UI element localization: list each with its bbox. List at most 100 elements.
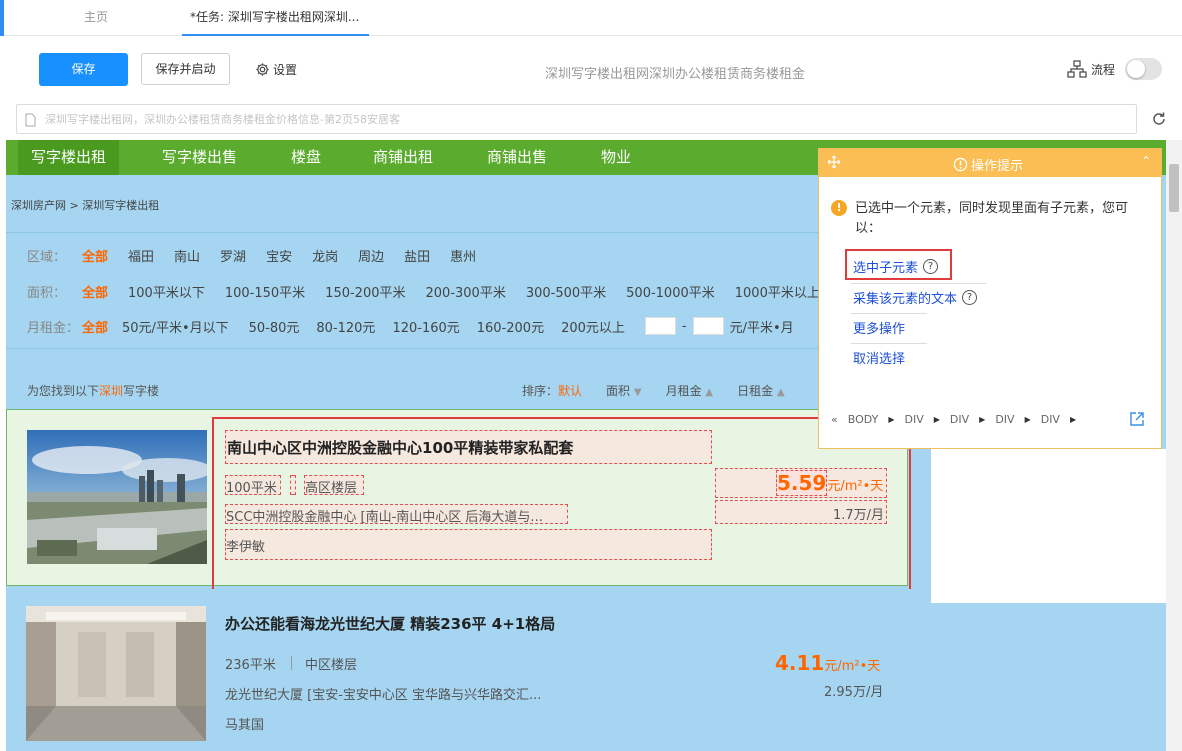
listing-photo[interactable]	[26, 606, 206, 741]
flow-toggle-knob	[1127, 60, 1145, 78]
filter-option[interactable]: 全部	[82, 317, 108, 336]
help-icon[interactable]: ?	[962, 290, 978, 305]
listing-total: 2.95万/月	[824, 685, 884, 700]
refresh-icon[interactable]	[1151, 111, 1167, 127]
filter-option[interactable]: 1000平米以上	[735, 282, 820, 301]
site-nav-property[interactable]: 物业	[601, 140, 631, 175]
save-and-start-button[interactable]: 保存并启动	[141, 53, 230, 85]
filter-option[interactable]: 160-200元	[477, 317, 544, 336]
gear-icon	[256, 63, 269, 76]
flowchart-icon	[1067, 60, 1087, 78]
filter-option[interactable]: 500-1000平米	[626, 282, 715, 301]
sort-label: 排序：	[522, 384, 559, 398]
filter-rent: 月租金： 全部 50元/平米•月以下 50-80元 80-120元 120-16…	[27, 316, 794, 336]
filter-area: 面积： 全部 100平米以下 100-150平米 150-200平米 200-3…	[27, 281, 840, 301]
settings-button[interactable]: 设置	[255, 61, 297, 78]
hint-panel: 操作提示 ⌃ ! 已选中一个元素，同时发现里面有子元素，您可以： 选中子元素 ?…	[818, 148, 1162, 449]
scrollbar-thumb[interactable]	[1169, 164, 1179, 212]
filter-option[interactable]: 50元/平米•月以下	[122, 317, 229, 336]
sort-option-daily[interactable]: 日租金 ▲	[737, 382, 785, 399]
move-icon[interactable]	[827, 155, 841, 169]
filter-option[interactable]: 100-150平米	[225, 282, 305, 301]
path-node[interactable]: DIV	[905, 413, 924, 426]
listing-price-value: 4.11	[775, 651, 825, 675]
filter-option[interactable]: 周边	[358, 246, 384, 265]
site-nav-office-sale[interactable]: 写字楼出售	[162, 140, 237, 175]
select-children-action[interactable]: 选中子元素 ?	[853, 257, 939, 276]
external-link-icon[interactable]	[1129, 411, 1145, 427]
flow-button[interactable]: 流程	[1067, 60, 1115, 78]
filter-option[interactable]: 200-300平米	[426, 282, 506, 301]
filter-option[interactable]: 全部	[82, 246, 108, 265]
filter-option[interactable]: 150-200平米	[325, 282, 405, 301]
sort-option-area[interactable]: 面积 ▼	[606, 382, 642, 399]
hint-header[interactable]: 操作提示 ⌃	[819, 149, 1161, 177]
arrow-up-icon: ▲	[705, 387, 714, 398]
listing-photo[interactable]	[27, 430, 207, 564]
caret-right-icon: ▶	[1069, 415, 1077, 424]
filter-option[interactable]: 宝安	[266, 246, 292, 265]
path-node[interactable]: DIV	[995, 413, 1014, 426]
filter-option[interactable]: 50-80元	[249, 317, 300, 336]
filter-option[interactable]: 罗湖	[220, 246, 246, 265]
scrollbar[interactable]	[1166, 140, 1182, 751]
filter-option[interactable]: 福田	[128, 246, 154, 265]
breadcrumb[interactable]: 深圳房产网 > 深圳写字楼出租	[11, 197, 159, 213]
list-item[interactable]: 办公还能看海龙光世纪大厦 精装236平 4+1格局 236平米 中区楼层 龙光世…	[6, 589, 1166, 751]
filter-option[interactable]: 南山	[174, 246, 200, 265]
filter-option[interactable]: 全部	[82, 282, 108, 301]
filter-option[interactable]: 龙岗	[312, 246, 338, 265]
tab-task-label: *任务: 深圳写字楼出租网深圳...	[190, 10, 360, 24]
settings-label: 设置	[273, 63, 298, 77]
path-back-icon[interactable]: «	[831, 413, 838, 426]
cancel-selection-action[interactable]: 取消选择	[853, 348, 905, 367]
listing-area: 236平米	[225, 658, 276, 673]
tab-task[interactable]: *任务: 深圳写字楼出租网深圳...	[182, 0, 370, 36]
filter-district-label: 区域：	[27, 249, 67, 265]
chevron-up-icon[interactable]: ⌃	[1141, 154, 1151, 168]
path-node[interactable]: DIV	[1041, 413, 1060, 426]
document-icon	[25, 113, 36, 127]
toolbar: 保存 保存并启动 设置 深圳写字楼出租网深圳办公楼租赁商务楼租金 流程	[0, 37, 1182, 99]
filter-option[interactable]: 120-160元	[392, 317, 459, 336]
path-node[interactable]: BODY	[848, 413, 879, 426]
save-button[interactable]: 保存	[39, 53, 128, 86]
listing-address[interactable]: 龙光世纪大厦 [宝安-宝安中心区 宝华路与兴华路交汇...	[225, 684, 541, 703]
path-node[interactable]: DIV	[950, 413, 969, 426]
more-actions[interactable]: 更多操作	[853, 318, 905, 337]
filter-option[interactable]: 80-120元	[316, 317, 375, 336]
sort-option-default[interactable]: 排序：默认	[522, 382, 582, 399]
extract-text-label: 采集该元素的文本	[853, 292, 958, 307]
sort-area-label: 面积	[606, 384, 631, 398]
select-children-label: 选中子元素	[853, 261, 919, 276]
filter-option[interactable]: 100平米以下	[128, 282, 205, 301]
help-icon[interactable]: ?	[923, 259, 939, 274]
filter-area-label: 面积：	[27, 285, 67, 301]
site-nav-shop-rent[interactable]: 商铺出租	[373, 140, 433, 175]
flow-toggle[interactable]	[1125, 58, 1162, 80]
divider	[851, 283, 986, 284]
side-blank	[931, 449, 1166, 603]
filter-option[interactable]: 200元以上	[561, 317, 625, 336]
rent-max-input[interactable]	[692, 317, 724, 335]
warning-icon: !	[831, 200, 847, 216]
filter-option[interactable]: 300-500平米	[526, 282, 606, 301]
rent-range-sep: -	[681, 318, 687, 334]
result-prefix: 为您找到以下	[27, 384, 100, 398]
filter-option[interactable]: 盐田	[404, 246, 430, 265]
divider	[851, 343, 927, 344]
divider	[6, 232, 826, 233]
tab-home[interactable]: 主页	[84, 0, 108, 36]
site-nav-buildings[interactable]: 楼盘	[291, 140, 321, 175]
rent-min-input[interactable]	[644, 317, 676, 335]
sort-option-monthly[interactable]: 月租金 ▲	[666, 382, 714, 399]
element-path: « BODY ▶ DIV ▶ DIV ▶ DIV ▶ DIV ▶	[831, 413, 1076, 426]
site-nav-office-rent[interactable]: 写字楼出租	[18, 140, 120, 175]
filter-option[interactable]: 惠州	[450, 246, 476, 265]
arrow-up-icon: ▲	[776, 387, 785, 398]
extract-text-action[interactable]: 采集该元素的文本 ?	[853, 288, 978, 307]
listing-title[interactable]: 办公还能看海龙光世纪大厦 精装236平 4+1格局	[225, 613, 555, 634]
site-nav-shop-sale[interactable]: 商铺出售	[487, 140, 547, 175]
caret-right-icon: ▶	[933, 415, 940, 424]
url-input[interactable]	[45, 109, 1125, 129]
